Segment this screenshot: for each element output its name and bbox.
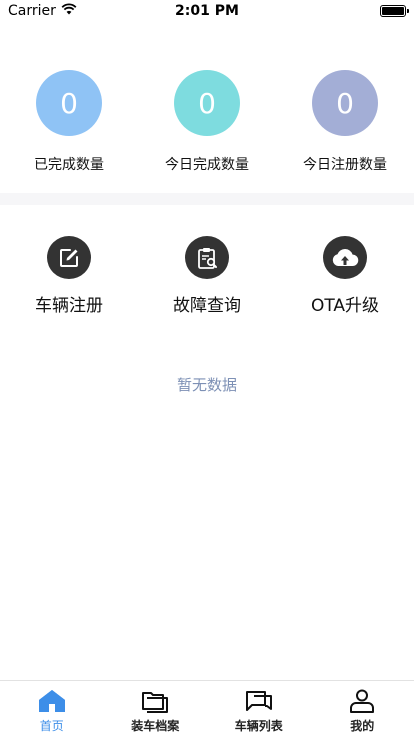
stat-completed-value: 0 <box>60 86 78 120</box>
tab-mine-label: 我的 <box>350 719 375 733</box>
feature-vehicle-register-label: 车辆注册 <box>35 296 103 316</box>
folder-icon <box>140 688 170 714</box>
status-left: Carrier <box>8 3 77 19</box>
stat-completed-circle: 0 <box>36 70 102 136</box>
stat-today-completed: 0 今日完成数量 <box>138 70 276 180</box>
stat-today-registered-value: 0 <box>336 86 354 120</box>
stat-completed: 0 已完成数量 <box>0 70 138 180</box>
wifi-icon <box>61 3 77 19</box>
tab-loading-archive[interactable]: 装车档案 <box>104 681 208 736</box>
tab-vehicle-list[interactable]: 车辆列表 <box>207 681 311 736</box>
chat-list-icon <box>244 688 274 714</box>
stat-today-completed-value: 0 <box>198 86 216 120</box>
section-divider <box>0 193 414 205</box>
stat-today-completed-label: 今日完成数量 <box>165 157 249 173</box>
battery-icon <box>380 5 409 17</box>
stat-today-registered-circle: 0 <box>312 70 378 136</box>
feature-vehicle-register[interactable]: 车辆注册 <box>0 236 138 316</box>
empty-state-text: 暂无数据 <box>176 376 237 394</box>
feature-ota-upgrade-label: OTA升级 <box>310 296 380 316</box>
tab-loading-archive-label: 装车档案 <box>131 719 180 733</box>
stat-today-completed-circle: 0 <box>174 70 240 136</box>
feature-fault-query[interactable]: 故障查询 <box>138 236 276 316</box>
feature-grid: 车辆注册 故障查询 OTA升级 <box>0 236 414 316</box>
feature-ota-upgrade[interactable]: OTA升级 <box>276 236 414 316</box>
tab-home-label: 首页 <box>39 719 64 733</box>
cloud-upload-icon <box>323 236 367 279</box>
stat-completed-label: 已完成数量 <box>34 157 104 173</box>
edit-icon <box>47 236 91 279</box>
app-screen: Carrier 2:01 PM 0 已完成数量 0 今日完成数量 0 今日注册数… <box>0 0 414 736</box>
tab-home[interactable]: 首页 <box>0 681 104 736</box>
tab-bar: 首页 装车档案 车辆列表 我的 <box>0 680 414 736</box>
tab-mine[interactable]: 我的 <box>311 681 414 736</box>
clipboard-search-icon <box>185 236 229 279</box>
status-bar: Carrier 2:01 PM <box>0 0 414 22</box>
home-icon <box>37 688 67 714</box>
user-icon <box>347 688 377 714</box>
stats-row: 0 已完成数量 0 今日完成数量 0 今日注册数量 <box>0 70 414 180</box>
stat-today-registered-label: 今日注册数量 <box>303 157 387 173</box>
stat-today-registered: 0 今日注册数量 <box>276 70 414 180</box>
carrier-label: Carrier <box>8 3 56 19</box>
feature-fault-query-label: 故障查询 <box>173 296 241 316</box>
tab-vehicle-list-label: 车辆列表 <box>234 719 283 733</box>
